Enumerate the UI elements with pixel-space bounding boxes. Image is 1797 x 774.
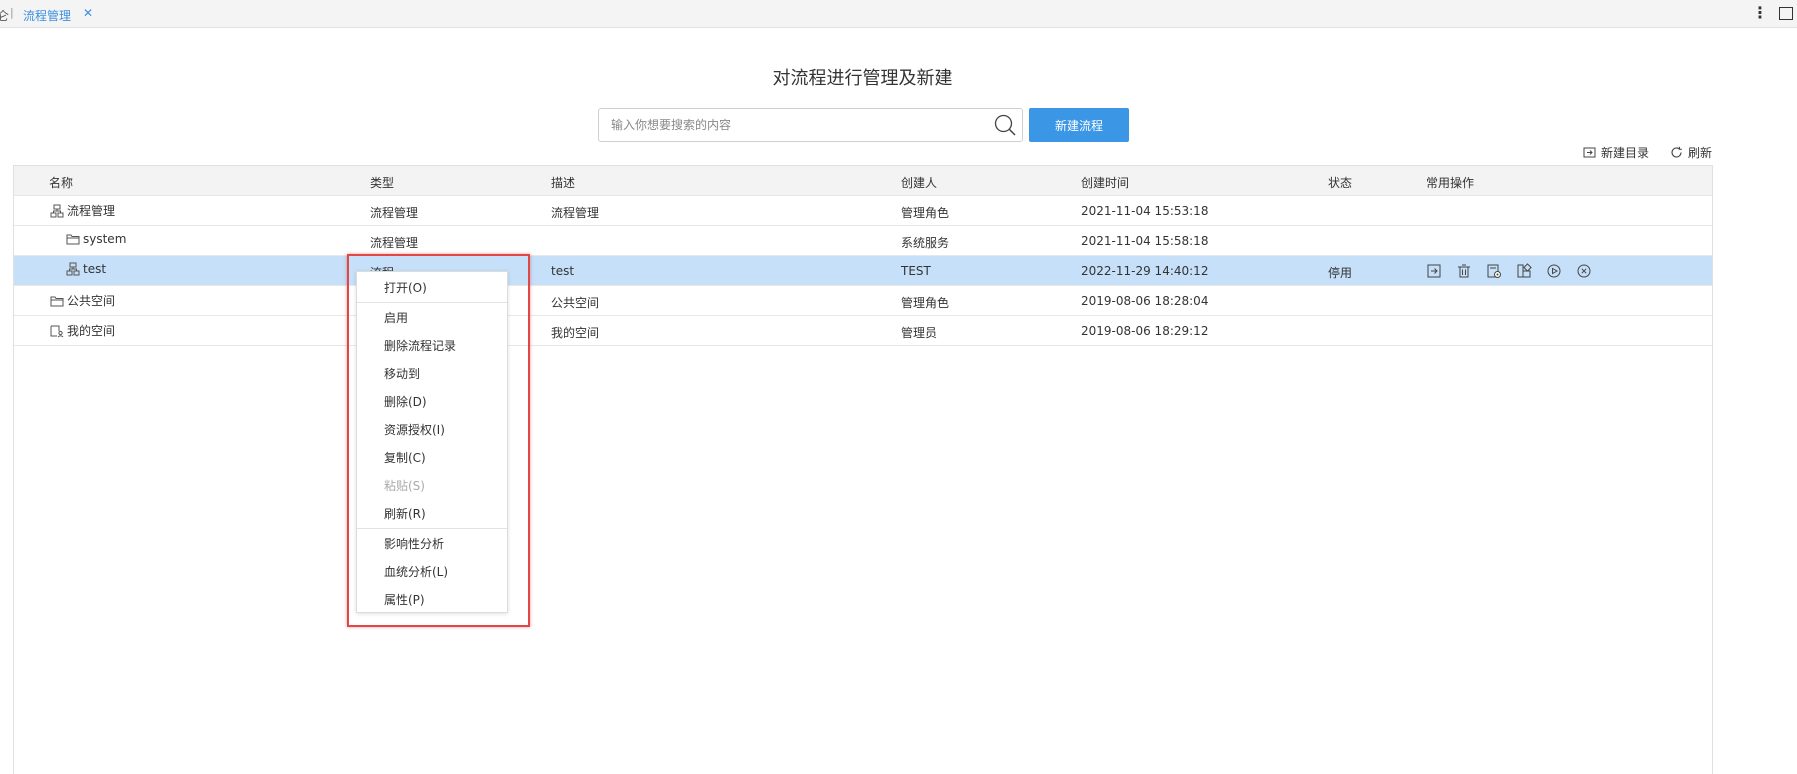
refresh-label: 刷新 xyxy=(1688,146,1713,160)
row-creator: 管理角色 xyxy=(901,206,950,220)
column-header-type[interactable]: 类型 xyxy=(370,174,394,191)
component-icon[interactable] xyxy=(1516,263,1532,279)
folder-icon xyxy=(50,296,64,306)
column-header-creator[interactable]: 创建人 xyxy=(901,174,937,191)
table-row[interactable]: system 流程管理 系统服务 2021-11-04 15:58:18 xyxy=(14,226,1712,256)
table-row-selected[interactable]: test 流程 test TEST 2022-11-29 14:40:12 停用 xyxy=(14,256,1712,286)
menu-item-delete[interactable]: 删除(D) xyxy=(357,390,507,414)
tab-flow-management[interactable]: 流程管理 xyxy=(23,7,71,24)
column-header-name[interactable]: 名称 xyxy=(49,174,73,191)
search-box[interactable] xyxy=(598,108,1023,142)
refresh-icon xyxy=(1671,146,1682,158)
table-header: 名称 类型 描述 创建人 创建时间 状态 常用操作 xyxy=(14,166,1712,196)
row-description: 流程管理 xyxy=(551,206,600,220)
row-created-time: 2022-11-29 14:40:12 xyxy=(1081,264,1209,278)
search-input[interactable] xyxy=(599,109,989,141)
column-header-actions: 常用操作 xyxy=(1426,176,1475,190)
tab-separator: | xyxy=(10,6,14,19)
menu-item-move-to[interactable]: 移动到 xyxy=(357,362,507,386)
menu-item-open[interactable]: 打开(O) xyxy=(357,276,507,300)
refresh-button[interactable]: 刷新 xyxy=(1670,144,1712,161)
row-creator: 管理员 xyxy=(901,326,938,340)
row-creator: TEST xyxy=(901,264,931,278)
flow-icon xyxy=(66,262,80,276)
page-title: 对流程进行管理及新建 xyxy=(772,68,953,89)
context-menu: 打开(O) 启用 删除流程记录 移动到 删除(D) 资源授权(I) 复制(C) … xyxy=(356,271,508,613)
play-icon[interactable] xyxy=(1546,263,1562,279)
menu-item-resource-auth[interactable]: 资源授权(I) xyxy=(357,418,507,442)
row-name: 流程管理 xyxy=(50,202,115,219)
move-icon[interactable] xyxy=(1426,263,1442,279)
column-header-status[interactable]: 状态 xyxy=(1328,174,1352,191)
row-description: test xyxy=(551,264,575,278)
new-folder-icon xyxy=(1583,147,1596,158)
row-name-label: test xyxy=(83,262,107,276)
row-type: 流程管理 xyxy=(370,206,419,220)
row-type: 流程管理 xyxy=(370,236,419,250)
user-folder-icon xyxy=(50,325,64,337)
menu-divider xyxy=(357,302,507,303)
menu-item-delete-records[interactable]: 删除流程记录 xyxy=(357,334,507,358)
tab-bar: 仑 | 流程管理 ✕ ⋮ xyxy=(0,0,1797,28)
row-actions xyxy=(1426,263,1592,279)
more-menu-icon[interactable]: ⋮ xyxy=(1752,3,1768,22)
row-name-label: system xyxy=(83,232,127,246)
row-name: 我的空间 xyxy=(50,322,115,339)
menu-item-properties[interactable]: 属性(P) xyxy=(357,588,507,612)
row-name: 公共空间 xyxy=(50,292,115,309)
table-row[interactable]: 我的空间 我的空间 管理员 2019-08-06 18:29:12 xyxy=(14,316,1712,346)
cancel-icon[interactable] xyxy=(1576,263,1592,279)
new-flow-button[interactable]: 新建流程 xyxy=(1029,108,1129,142)
new-directory-button[interactable]: 新建目录 xyxy=(1583,144,1649,161)
row-name-label: 公共空间 xyxy=(67,294,116,308)
row-name-label: 我的空间 xyxy=(67,324,116,338)
tab-close-icon[interactable]: ✕ xyxy=(83,6,93,20)
menu-item-lineage-analysis[interactable]: 血统分析(L) xyxy=(357,560,507,584)
new-directory-label: 新建目录 xyxy=(1601,146,1650,160)
settings-doc-icon[interactable] xyxy=(1486,263,1502,279)
table-row[interactable]: 流程管理 流程管理 流程管理 管理角色 2021-11-04 15:53:18 xyxy=(14,196,1712,226)
column-header-created-time[interactable]: 创建时间 xyxy=(1081,174,1129,191)
row-description: 公共空间 xyxy=(551,296,600,310)
menu-item-copy[interactable]: 复制(C) xyxy=(357,446,507,470)
menu-item-enable[interactable]: 启用 xyxy=(357,306,507,330)
row-created-time: 2019-08-06 18:29:12 xyxy=(1081,324,1209,338)
maximize-icon[interactable] xyxy=(1779,7,1793,20)
flow-table: 名称 类型 描述 创建人 创建时间 状态 常用操作 流程管理 流程管理 流程管理… xyxy=(13,165,1713,774)
row-status: 停用 xyxy=(1328,266,1353,280)
tab-previous[interactable]: 仑 xyxy=(0,7,9,24)
delete-icon[interactable] xyxy=(1456,263,1472,279)
row-creator: 管理角色 xyxy=(901,296,950,310)
menu-divider xyxy=(357,528,507,529)
menu-item-paste: 粘贴(S) xyxy=(384,479,425,493)
column-header-description[interactable]: 描述 xyxy=(551,174,575,191)
row-created-time: 2021-11-04 15:53:18 xyxy=(1081,204,1209,218)
row-created-time: 2019-08-06 18:28:04 xyxy=(1081,294,1209,308)
row-description: 我的空间 xyxy=(551,326,600,340)
table-row[interactable]: 公共空间 公共空间 管理角色 2019-08-06 18:28:04 xyxy=(14,286,1712,316)
search-icon[interactable] xyxy=(994,114,1016,136)
row-name-label: 流程管理 xyxy=(67,204,116,218)
menu-item-refresh[interactable]: 刷新(R) xyxy=(357,502,507,526)
row-creator: 系统服务 xyxy=(901,236,950,250)
row-created-time: 2021-11-04 15:58:18 xyxy=(1081,234,1209,248)
folder-icon xyxy=(66,234,80,245)
flow-icon xyxy=(50,204,64,217)
row-name: system xyxy=(66,232,126,246)
row-name: test xyxy=(66,262,106,276)
menu-item-impact-analysis[interactable]: 影响性分析 xyxy=(357,532,507,556)
